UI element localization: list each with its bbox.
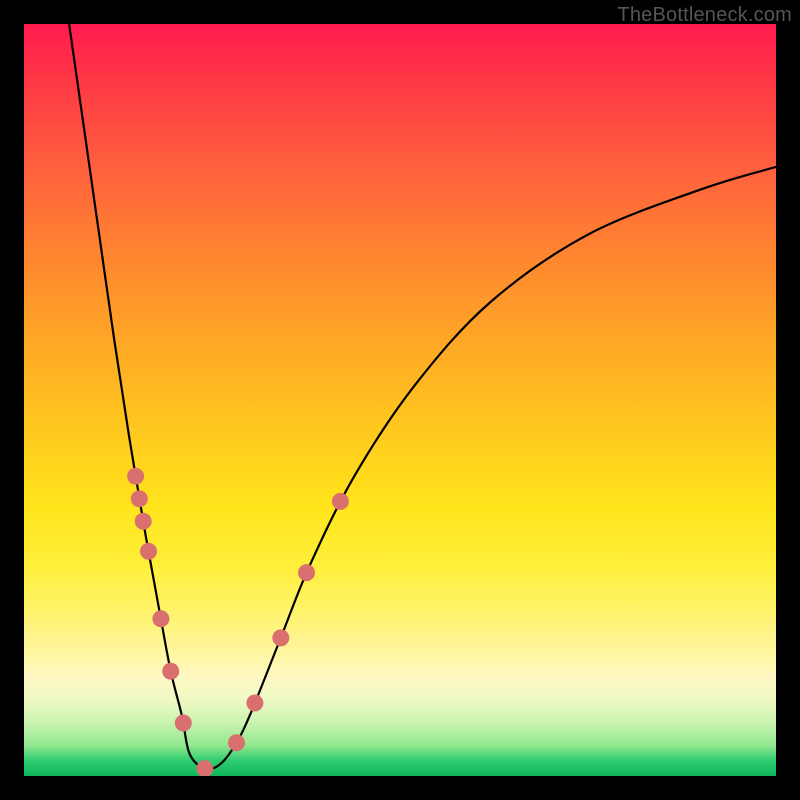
plot-area bbox=[24, 24, 776, 776]
watermark-text: TheBottleneck.com bbox=[617, 4, 792, 27]
chart-frame: TheBottleneck.com bbox=[0, 0, 800, 800]
gradient-background bbox=[24, 24, 776, 776]
